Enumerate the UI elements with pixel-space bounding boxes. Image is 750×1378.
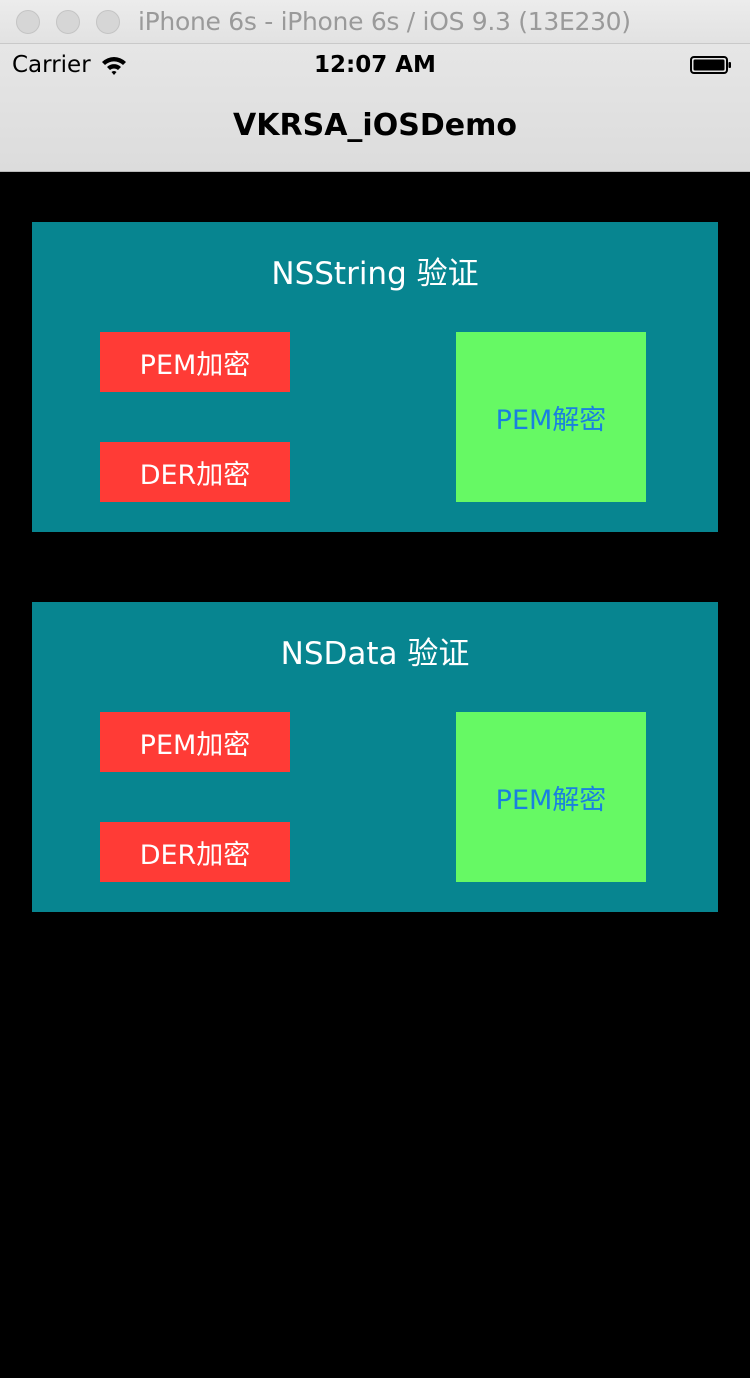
minimize-window-button[interactable] [56, 10, 80, 34]
close-window-button[interactable] [16, 10, 40, 34]
pem-encrypt-button[interactable]: PEM加密 [100, 332, 290, 392]
nsdata-section: NSData 验证 PEM加密 DER加密 PEM解密 [32, 602, 718, 912]
navigation-bar: Carrier 12:07 AM VKRSA_iOSDemo [0, 44, 750, 172]
pem-decrypt-button[interactable]: PEM解密 [456, 332, 646, 502]
battery-icon [690, 56, 731, 74]
simulator-title-bar: iPhone 6s - iPhone 6s / iOS 9.3 (13E230) [0, 0, 750, 44]
status-time: 12:07 AM [314, 52, 436, 78]
zoom-window-button[interactable] [96, 10, 120, 34]
pem-encrypt-button[interactable]: PEM加密 [100, 712, 290, 772]
window-title: iPhone 6s - iPhone 6s / iOS 9.3 (13E230) [138, 7, 631, 36]
pem-decrypt-button[interactable]: PEM解密 [456, 712, 646, 882]
der-encrypt-button[interactable]: DER加密 [100, 822, 290, 882]
nav-title: VKRSA_iOSDemo [233, 108, 517, 143]
section-title: NSString 验证 [271, 256, 479, 292]
section-title: NSData 验证 [280, 636, 470, 672]
nsstring-section: NSString 验证 PEM加密 DER加密 PEM解密 [32, 222, 718, 532]
der-encrypt-button[interactable]: DER加密 [100, 442, 290, 502]
